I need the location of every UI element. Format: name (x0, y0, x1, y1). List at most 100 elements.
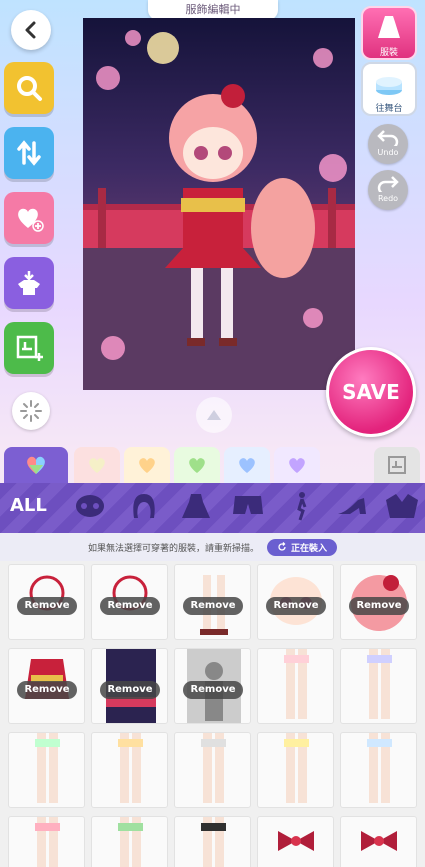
costume-tab[interactable]: 服裝 (361, 6, 417, 60)
page-title: 服飾編輯中 (148, 0, 278, 20)
wear-button[interactable] (4, 257, 54, 309)
face-icon (76, 495, 104, 517)
search-button[interactable] (4, 62, 54, 114)
category-hair[interactable] (127, 489, 161, 523)
item-cell-legs[interactable] (340, 648, 417, 724)
layout-plus-icon (16, 335, 43, 361)
item-cell-hair[interactable]: Remove (340, 564, 417, 640)
redo-label: Redo (377, 194, 399, 203)
loading-label: 正在裝入 (291, 543, 328, 554)
shirt-download-icon (18, 271, 40, 295)
remove-button[interactable]: Remove (100, 597, 160, 615)
tab-color-5[interactable] (274, 447, 320, 483)
item-cell-legs[interactable] (8, 732, 85, 808)
legs-thumbnail (118, 817, 143, 867)
item-cell-silhouette[interactable]: Remove (174, 648, 251, 724)
tab-color-1[interactable] (74, 447, 120, 483)
dress-icon (182, 494, 210, 518)
layout-add-button[interactable] (4, 322, 54, 374)
sparkle-icon (20, 400, 42, 422)
stage-icon (376, 77, 402, 95)
legs-thumbnail (201, 733, 226, 803)
multicolor-heart-icon (27, 456, 45, 474)
tab-color-3[interactable] (174, 447, 220, 483)
tab-all-colors[interactable] (4, 447, 68, 483)
item-cell-legs[interactable] (8, 816, 85, 867)
sort-button[interactable] (4, 127, 54, 179)
item-cell-face[interactable]: Remove (257, 564, 334, 640)
category-accessory[interactable] (385, 489, 419, 523)
item-cell-bow[interactable] (257, 816, 334, 867)
item-cell-kimono[interactable]: Remove (8, 648, 85, 724)
item-cell-legs[interactable] (91, 732, 168, 808)
item-cell-necklace[interactable]: Remove (8, 564, 85, 640)
category-all[interactable]: ALL (10, 495, 47, 516)
item-cell-legs[interactable] (174, 816, 251, 867)
info-strip: 如果無法選擇可穿著的服裝，請重新掃描。 正在裝入 (0, 533, 425, 561)
category-face[interactable] (73, 489, 107, 523)
legs-thumbnail (35, 817, 60, 867)
category-pose[interactable] (285, 489, 319, 523)
legs-thumbnail (284, 649, 309, 719)
refresh-icon (278, 542, 286, 551)
character-preview (83, 18, 355, 390)
remove-button[interactable]: Remove (17, 681, 77, 699)
bow-thumbnail (361, 831, 397, 851)
item-cell-bow[interactable] (340, 816, 417, 867)
item-cell-legs[interactable] (257, 732, 334, 808)
item-cell-legs[interactable] (257, 648, 334, 724)
figure-icon (297, 492, 307, 521)
item-cell-background[interactable]: Remove (91, 648, 168, 724)
heart-icon (89, 458, 105, 473)
remove-button[interactable]: Remove (266, 597, 326, 615)
heart-icon (289, 458, 305, 473)
layout-icon (388, 456, 406, 474)
tab-color-4[interactable] (224, 447, 270, 483)
remove-button[interactable]: Remove (183, 597, 243, 615)
item-cell-legs[interactable] (340, 732, 417, 808)
undo-button[interactable]: Undo (368, 124, 408, 164)
stage-tab[interactable]: 往舞台 (361, 62, 417, 116)
remove-button[interactable]: Remove (100, 681, 160, 699)
search-icon (17, 76, 42, 101)
heart-icon (139, 458, 155, 473)
color-tabs (0, 447, 425, 483)
item-cell-legs[interactable] (91, 816, 168, 867)
back-button[interactable] (11, 10, 51, 50)
expand-button[interactable] (196, 397, 232, 433)
heart-icon (239, 458, 255, 473)
triangle-up-icon (207, 410, 221, 420)
remove-button[interactable]: Remove (183, 681, 243, 699)
item-cell-sleeve[interactable]: Remove (91, 564, 168, 640)
shorts-icon (233, 496, 263, 514)
item-cell-shoes[interactable]: Remove (174, 564, 251, 640)
tab-color-2[interactable] (124, 447, 170, 483)
save-button[interactable]: SAVE (326, 347, 416, 437)
heel-icon (338, 498, 366, 514)
remove-button[interactable]: Remove (17, 597, 77, 615)
back-arrow-icon (25, 21, 36, 39)
redo-button[interactable]: Redo (368, 170, 408, 210)
stage-label: 往舞台 (375, 104, 403, 114)
layout-tab[interactable] (374, 447, 420, 483)
remove-button[interactable]: Remove (349, 597, 409, 615)
undo-icon (377, 130, 399, 150)
legs-thumbnail (35, 733, 60, 803)
legs-thumbnail (201, 817, 226, 867)
favorite-add-button[interactable] (4, 192, 54, 244)
loading-button[interactable]: 正在裝入 (267, 538, 338, 556)
hair-icon (133, 494, 155, 518)
effect-button[interactable] (12, 392, 50, 430)
category-shoes[interactable] (335, 489, 369, 523)
costume-label: 服裝 (379, 48, 398, 58)
category-bottoms[interactable] (231, 489, 265, 523)
undo-label: Undo (377, 148, 399, 157)
legs-thumbnail (367, 733, 392, 803)
dress-icon (378, 16, 400, 38)
category-dress[interactable] (179, 489, 213, 523)
bow-thumbnail (278, 831, 314, 851)
kimono-icon (386, 494, 418, 518)
heart-plus-icon (18, 208, 44, 232)
item-cell-legs[interactable] (174, 732, 251, 808)
legs-thumbnail (367, 649, 392, 719)
